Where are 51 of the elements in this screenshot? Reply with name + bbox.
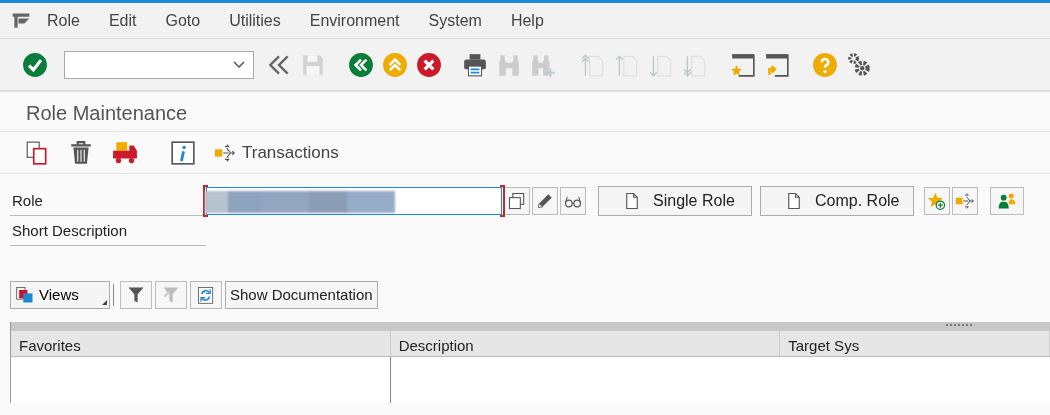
dropdown-caret-icon[interactable]	[233, 60, 245, 69]
glasses-button[interactable]	[560, 187, 586, 215]
filter-icon	[161, 285, 181, 305]
document-icon	[785, 190, 803, 212]
role-input-field[interactable]	[206, 187, 502, 215]
menu-item[interactable]: Utilities	[228, 6, 282, 35]
column-header[interactable]: Target Sys	[780, 331, 1050, 356]
star-plus-icon	[927, 191, 947, 211]
role-button[interactable]: Comp. Role	[760, 186, 914, 216]
transactions-button[interactable]: Transactions	[214, 139, 339, 166]
window-star-icon[interactable]	[730, 51, 756, 78]
settings-icon[interactable]	[846, 51, 872, 78]
views-icon	[15, 285, 35, 305]
column-header[interactable]: Favorites	[11, 331, 391, 356]
users-icon	[997, 191, 1017, 211]
menu-item[interactable]: Goto	[164, 6, 202, 35]
pencil-button[interactable]	[532, 187, 558, 215]
trash-icon[interactable]	[68, 139, 94, 166]
star-plus-button[interactable]	[924, 187, 950, 215]
info-icon[interactable]	[170, 139, 196, 166]
filter-icon	[126, 285, 146, 305]
refresh-icon	[196, 285, 216, 305]
menu-item[interactable]: Edit	[107, 6, 138, 35]
refresh-button[interactable]	[190, 281, 222, 309]
command-field[interactable]	[64, 50, 254, 79]
column-header[interactable]: Description	[390, 331, 781, 356]
views-button[interactable]: Views	[10, 281, 110, 309]
pencil-icon	[535, 191, 555, 211]
filter-button[interactable]	[120, 281, 152, 309]
resize-grip-icon[interactable]	[946, 324, 972, 328]
overlapping-squares-icon	[507, 191, 527, 211]
menu-item[interactable]: Role	[46, 6, 81, 35]
role-button[interactable]: Single Role	[598, 186, 752, 216]
menu-item[interactable]: Help	[509, 6, 545, 35]
print-icon[interactable]	[462, 51, 488, 78]
users-button[interactable]	[990, 187, 1024, 215]
field-label: Short Description	[10, 216, 206, 246]
back-icon[interactable]	[348, 51, 374, 78]
transactions-button[interactable]	[952, 187, 978, 215]
menu-item[interactable]: Environment	[308, 6, 401, 35]
page-title: Role Maintenance	[0, 92, 1050, 132]
overlapping-squares-button[interactable]	[504, 187, 530, 215]
enter-icon[interactable]	[22, 51, 48, 78]
show-documentation-button[interactable]: Show Documentation	[225, 281, 378, 309]
transactions-icon	[214, 141, 236, 164]
window-arrow-icon[interactable]	[764, 51, 790, 78]
truck-icon[interactable]	[112, 139, 138, 166]
cancel-icon[interactable]	[416, 51, 442, 78]
menu-item[interactable]: System	[427, 6, 483, 35]
transactions-icon	[955, 191, 975, 211]
document-icon	[623, 190, 641, 212]
